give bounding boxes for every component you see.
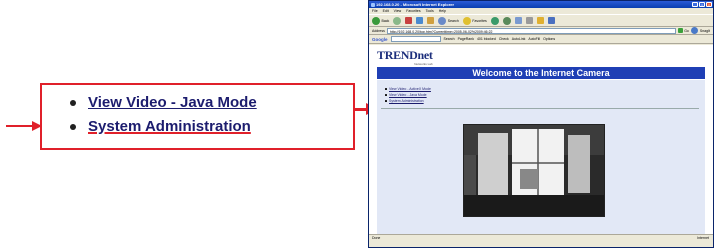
google-pagerank[interactable]: PageRank	[458, 37, 474, 41]
bullet-icon	[70, 124, 76, 130]
menu-favorites[interactable]: Favorites	[406, 8, 420, 14]
link-view-video-java-mode[interactable]: View Video - Java Mode	[389, 93, 427, 97]
trendnet-logo: TRENDnet Networks Lab	[377, 48, 433, 66]
messenger-icon[interactable]	[547, 17, 555, 24]
bullet-icon	[385, 88, 387, 90]
google-logo: Google	[372, 36, 388, 42]
menu-edit[interactable]: Edit	[383, 8, 389, 14]
browser-window: 192.168.0.20 - Microsoft Internet Explor…	[368, 0, 714, 248]
content-panel: View Video - ActiveX Mode View Video - J…	[377, 80, 705, 238]
search-icon	[438, 16, 447, 25]
callout-item-java-mode[interactable]: View Video - Java Mode	[68, 91, 257, 115]
logo-tagline: Networks Lab	[414, 62, 433, 66]
camera-scene	[464, 125, 604, 216]
favorites-button[interactable]: Favorites	[462, 16, 487, 25]
camera-image	[463, 124, 605, 217]
star-icon	[462, 16, 471, 25]
google-toolbar: Google Search PageRank 401 blocked Check…	[369, 35, 713, 44]
bullet-icon	[385, 100, 387, 102]
google-autofill-button[interactable]: AutoFill	[528, 37, 540, 41]
google-search-button[interactable]: Search	[444, 37, 455, 41]
google-options-button[interactable]: Options	[543, 37, 555, 41]
status-text: Done	[372, 236, 381, 240]
forward-icon[interactable]	[393, 16, 402, 25]
divider	[381, 108, 699, 109]
security-zone: Internet	[697, 236, 709, 240]
maximize-button[interactable]: □	[699, 2, 705, 7]
mail-icon[interactable]	[514, 17, 522, 24]
status-bar: Done Internet	[369, 234, 713, 241]
ie-icon	[371, 2, 375, 7]
page-link-item[interactable]: System Administration	[385, 98, 431, 104]
go-arrow-icon	[678, 28, 684, 33]
menu-tools[interactable]: Tools	[426, 8, 434, 14]
address-label: Address	[372, 28, 385, 33]
refresh-icon[interactable]	[416, 17, 424, 24]
print-icon[interactable]	[525, 17, 533, 24]
google-popup-blocker[interactable]: 401 blocked	[477, 37, 496, 41]
callout-item-system-administration[interactable]: System Administration	[68, 115, 257, 139]
folder-icon[interactable]	[536, 17, 544, 24]
stop-icon[interactable]	[405, 17, 413, 24]
window-controls: _ □ ×	[692, 2, 712, 7]
callout-left-arrow	[6, 121, 42, 131]
page-link-list: View Video - ActiveX Mode View Video - J…	[385, 86, 431, 104]
title-bar: 192.168.0.20 - Microsoft Internet Explor…	[369, 1, 713, 8]
snagit-icon[interactable]	[690, 27, 698, 34]
window-title: 192.168.0.20 - Microsoft Internet Explor…	[376, 2, 455, 7]
callout-link-list: View Video - Java Mode System Administra…	[68, 91, 257, 139]
web-page-content: TRENDnet Networks Lab Welcome to the Int…	[369, 45, 713, 241]
google-check-button[interactable]: Check	[499, 37, 509, 41]
snagit-button[interactable]: SnagIt	[700, 29, 710, 33]
home-icon[interactable]	[427, 17, 435, 24]
standard-toolbar: Back Search Favorites	[369, 14, 713, 27]
link-view-video-activex-mode[interactable]: View Video - ActiveX Mode	[389, 87, 431, 91]
welcome-banner: Welcome to the Internet Camera	[377, 67, 705, 79]
zoom-callout: View Video - Java Mode System Administra…	[40, 83, 355, 150]
link-system-administration[interactable]: System Administration	[389, 99, 424, 103]
link-view-video-java-mode[interactable]: View Video - Java Mode	[88, 94, 257, 111]
go-button[interactable]: Go	[678, 28, 689, 33]
address-input[interactable]: http://192.168.0.20/top.htm?Currenttime=…	[386, 27, 677, 34]
menu-view[interactable]: View	[394, 8, 402, 14]
back-arrow-icon	[372, 16, 380, 25]
media-icon[interactable]	[490, 16, 499, 25]
menu-help[interactable]: Help	[439, 8, 446, 14]
bullet-icon	[70, 100, 76, 106]
menu-file[interactable]: File	[372, 8, 378, 14]
back-button[interactable]: Back	[372, 16, 389, 25]
google-search-input[interactable]	[390, 36, 441, 42]
minimize-button[interactable]: _	[692, 2, 698, 7]
search-button[interactable]: Search	[438, 16, 459, 25]
address-bar: Address http://192.168.0.20/top.htm?Curr…	[369, 27, 713, 35]
bullet-icon	[385, 94, 387, 96]
history-icon[interactable]	[502, 16, 511, 25]
link-system-administration[interactable]: System Administration	[88, 118, 251, 135]
google-autolink-button[interactable]: AutoLink	[512, 37, 526, 41]
close-button[interactable]: ×	[706, 2, 712, 7]
